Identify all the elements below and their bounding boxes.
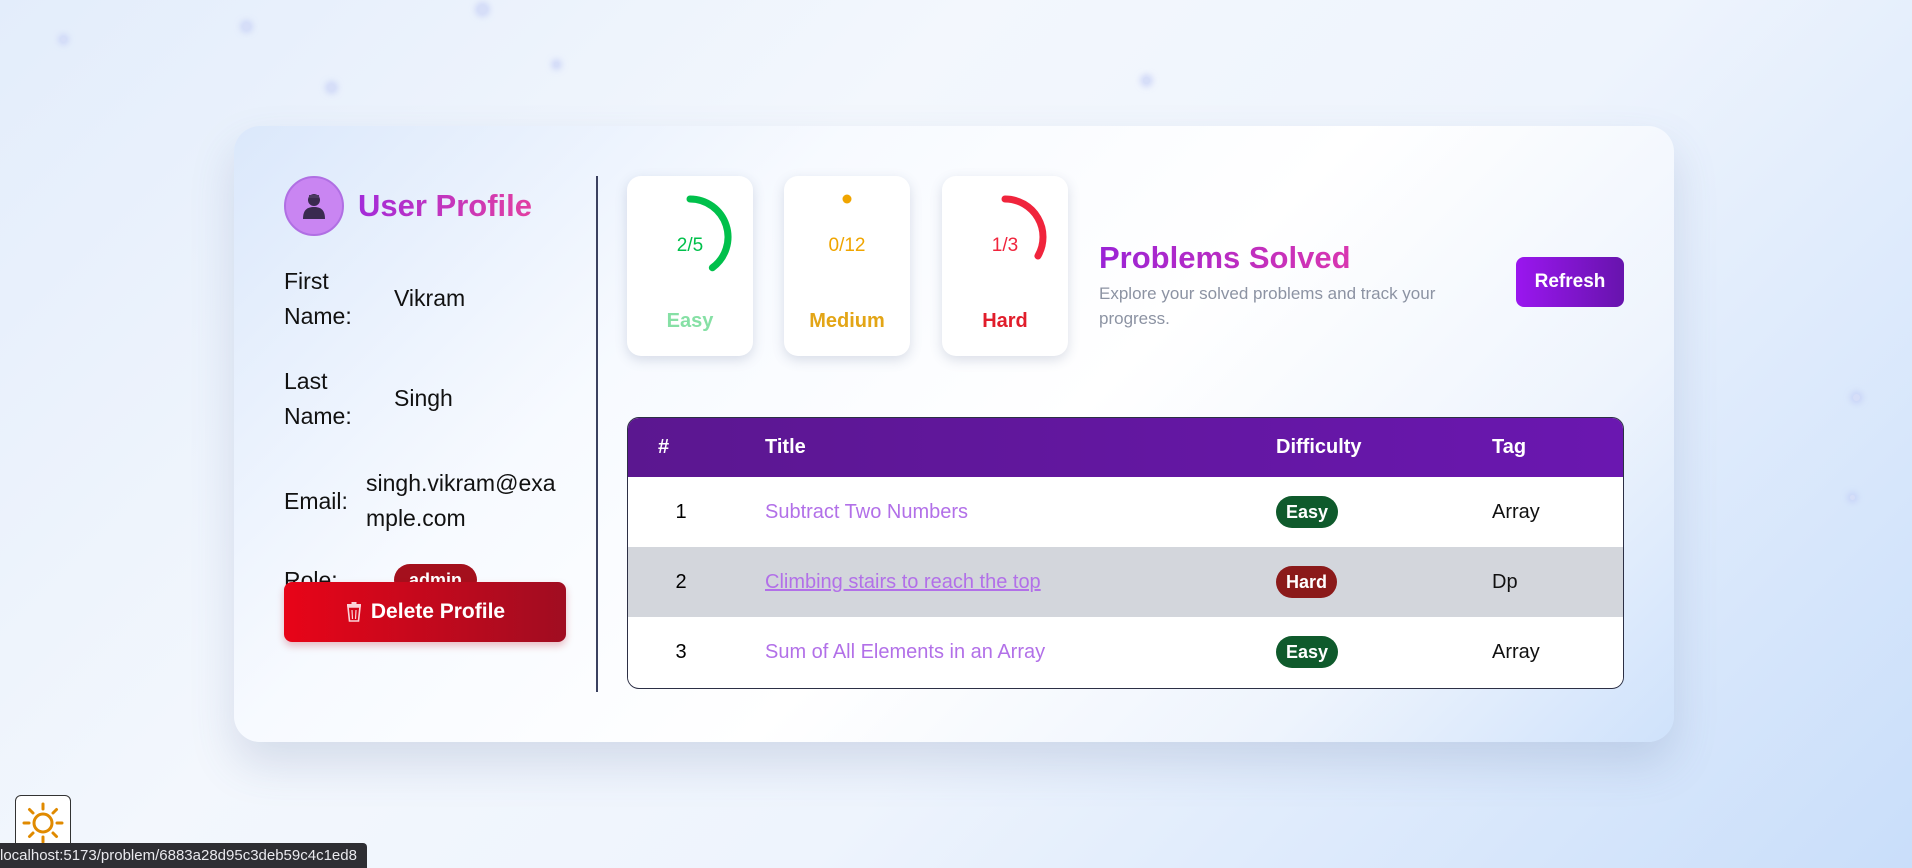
email-field: Email: singh.vikram@example.com [284, 466, 568, 536]
problem-title-link[interactable]: Sum of All Elements in an Array [765, 641, 1045, 664]
email-label: Email: [284, 488, 348, 514]
hard-label: Hard [982, 310, 1028, 332]
profile-header: User Profile [284, 176, 568, 236]
tag-label: Array [1492, 640, 1540, 663]
user-icon [303, 194, 325, 219]
first-name-value: Vikram [394, 285, 466, 311]
profile-card: User Profile First Name: Vikram Last Nam… [234, 126, 1674, 742]
easy-label: Easy [666, 310, 714, 332]
refresh-button[interactable]: Refresh [1516, 257, 1624, 307]
stat-card-medium: 0/12 Medium [784, 176, 910, 356]
table-row[interactable]: 2 Climbing stairs to reach the top Hard … [628, 547, 1623, 617]
row-number: 2 [675, 570, 687, 593]
divider [596, 176, 598, 692]
background-dot [478, 5, 487, 14]
link-status-bar: localhost:5173/problem/6883a28d95c3deb59… [0, 843, 367, 868]
last-name-label: Last Name: [284, 368, 352, 429]
medium-label: Medium [809, 310, 885, 332]
difficulty-badge: Easy [1276, 496, 1339, 528]
table-row[interactable]: 3 Sum of All Elements in an Array Easy A… [628, 617, 1623, 687]
easy-count: 2/5 [676, 235, 704, 256]
trash-icon [346, 602, 361, 622]
problem-title-link[interactable]: Climbing stairs to reach the top [765, 571, 1041, 594]
first-name-field: First Name: Vikram [284, 264, 568, 334]
last-name-field: Last Name: Singh [284, 364, 568, 434]
stat-card-hard: 1/3 Hard [942, 176, 1068, 356]
first-name-label: First Name: [284, 268, 352, 329]
background-dot [243, 23, 250, 30]
problems-solved-title: Problems Solved [1099, 240, 1351, 275]
avatar [284, 176, 344, 236]
last-name-value: Singh [394, 385, 453, 411]
background-dot [1850, 495, 1855, 500]
background-dot [1143, 77, 1150, 84]
tag-label: Dp [1492, 570, 1518, 593]
hard-count: 1/3 [991, 235, 1019, 256]
medium-count: 0/12 [828, 235, 866, 256]
background-dot [61, 37, 66, 42]
column-header-tag[interactable]: Tag [1492, 418, 1526, 477]
difficulty-badge: Hard [1276, 566, 1338, 598]
column-header-title[interactable]: Title [765, 418, 806, 477]
column-header-difficulty[interactable]: Difficulty [1276, 418, 1362, 477]
tag-label: Array [1492, 500, 1540, 523]
difficulty-badge: Easy [1276, 636, 1339, 668]
background-dot [328, 84, 335, 91]
background-dot [554, 62, 559, 67]
problem-title-link[interactable]: Subtract Two Numbers [765, 501, 968, 524]
delete-profile-button[interactable]: Delete Profile [284, 582, 566, 642]
user-profile-panel: User Profile First Name: Vikram Last Nam… [284, 176, 568, 642]
sun-icon [22, 802, 64, 844]
table-row[interactable]: 1 Subtract Two Numbers Easy Array [628, 477, 1623, 547]
solved-problems-table: # Title Difficulty Tag 1 Subtract Two Nu… [627, 417, 1624, 689]
background-dot [1853, 394, 1860, 401]
stat-card-easy: 2/5 Easy [627, 176, 753, 356]
email-value: singh.vikram@example.com [366, 470, 556, 531]
row-number: 3 [675, 640, 687, 663]
delete-profile-label: Delete Profile [370, 600, 506, 623]
row-number: 1 [675, 500, 687, 523]
problems-solved-subtitle: Explore your solved problems and track y… [1099, 284, 1436, 328]
page-title: User Profile [358, 188, 533, 223]
table-header: # Title Difficulty Tag [628, 418, 1623, 477]
column-header-number[interactable]: # [658, 418, 688, 477]
